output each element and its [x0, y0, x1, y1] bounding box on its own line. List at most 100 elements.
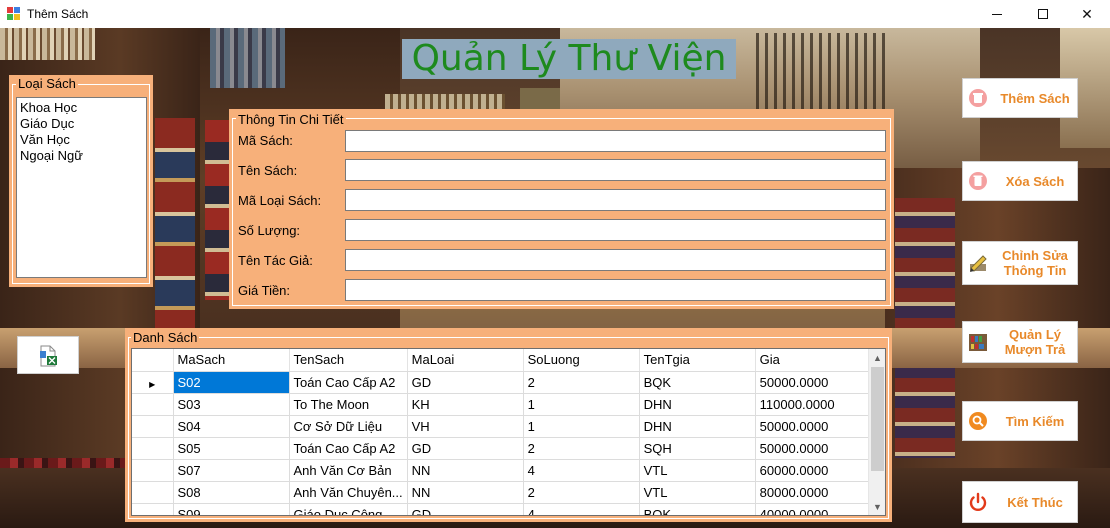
table-cell[interactable]: BQK: [639, 503, 756, 515]
details-legend: Thông Tin Chi Tiết: [236, 112, 346, 127]
quantity-label: Số Lượng:: [238, 223, 301, 238]
current-row-arrow-icon: ▶: [149, 379, 156, 389]
table-cell[interactable]: 1: [523, 415, 640, 438]
table-cell[interactable]: Giáo Dục Công...: [289, 503, 408, 515]
borrow-return-button[interactable]: Quản Lý Mượn Trả: [962, 321, 1078, 363]
column-header[interactable]: MaLoai: [407, 349, 524, 372]
table-row[interactable]: S05 Toán Cao Cấp A2 GD 2 SQH 50000.0000: [132, 437, 872, 460]
exit-button[interactable]: Kết Thúc: [962, 481, 1078, 523]
table-cell[interactable]: Toán Cao Cấp A2: [289, 437, 408, 460]
category-item[interactable]: Ngoại Ngữ: [20, 148, 143, 164]
table-cell[interactable]: DHN: [639, 415, 756, 438]
scroll-up-arrow-icon[interactable]: ▲: [869, 349, 885, 366]
table-cell[interactable]: NN: [407, 459, 524, 482]
book-id-input[interactable]: [345, 130, 886, 152]
table-row[interactable]: S09 Giáo Dục Công... GD 4 BQK 40000.0000: [132, 503, 872, 515]
scroll-down-arrow-icon[interactable]: ▼: [869, 498, 885, 515]
table-cell[interactable]: 110000.0000: [755, 393, 872, 416]
close-button[interactable]: ✕: [1064, 0, 1110, 28]
search-button[interactable]: Tìm Kiếm: [962, 401, 1078, 441]
category-id-input[interactable]: [345, 189, 886, 211]
table-cell[interactable]: S07: [173, 459, 290, 482]
export-excel-button[interactable]: [17, 336, 79, 374]
table-row[interactable]: ▶ S02 Toán Cao Cấp A2 GD 2 BQK 50000.000…: [132, 371, 872, 394]
add-book-button[interactable]: Thêm Sách: [962, 78, 1078, 118]
table-cell[interactable]: 80000.0000: [755, 481, 872, 504]
maximize-button[interactable]: [1020, 0, 1066, 28]
column-header[interactable]: TenTgia: [639, 349, 756, 372]
table-cell[interactable]: Anh Văn Chuyên...: [289, 481, 408, 504]
row-header[interactable]: [132, 437, 174, 460]
table-cell[interactable]: 2: [523, 437, 640, 460]
row-header[interactable]: ▶: [132, 371, 174, 394]
column-header[interactable]: MaSach: [173, 349, 290, 372]
table-cell[interactable]: 4: [523, 503, 640, 515]
delete-book-button[interactable]: Xóa Sách: [962, 161, 1078, 201]
table-row[interactable]: S08 Anh Văn Chuyên... NN 2 VTL 80000.000…: [132, 481, 872, 504]
table-row[interactable]: S07 Anh Văn Cơ Bản NN 4 VTL 60000.0000: [132, 459, 872, 482]
table-cell[interactable]: S02: [173, 371, 290, 394]
table-cell[interactable]: Toán Cao Cấp A2: [289, 371, 408, 394]
table-cell[interactable]: SQH: [639, 437, 756, 460]
table-cell[interactable]: 4: [523, 459, 640, 482]
edit-info-label: Chỉnh Sửa Thông Tin: [993, 248, 1077, 278]
table-cell[interactable]: To The Moon: [289, 393, 408, 416]
table-cell[interactable]: 50000.0000: [755, 371, 872, 394]
column-header[interactable]: SoLuong: [523, 349, 640, 372]
author-input[interactable]: [345, 249, 886, 271]
category-item[interactable]: Giáo Dục: [20, 116, 143, 132]
table-cell[interactable]: NN: [407, 481, 524, 504]
table-cell[interactable]: S04: [173, 415, 290, 438]
row-header[interactable]: [132, 393, 174, 416]
table-cell[interactable]: S05: [173, 437, 290, 460]
row-header[interactable]: [132, 481, 174, 504]
categories-listbox[interactable]: Khoa Học Giáo Dục Văn Học Ngoại Ngữ: [16, 97, 147, 278]
table-cell[interactable]: S03: [173, 393, 290, 416]
edit-info-button[interactable]: Chỉnh Sửa Thông Tin: [962, 241, 1078, 285]
table-cell[interactable]: VTL: [639, 459, 756, 482]
book-title-input[interactable]: [345, 159, 886, 181]
table-cell[interactable]: 50000.0000: [755, 437, 872, 460]
row-header[interactable]: [132, 415, 174, 438]
table-row[interactable]: S03 To The Moon KH 1 DHN 110000.0000: [132, 393, 872, 416]
table-cell[interactable]: GD: [407, 437, 524, 460]
column-header[interactable]: TenSach: [289, 349, 408, 372]
table-cell[interactable]: 40000.0000: [755, 503, 872, 515]
table-cell[interactable]: BQK: [639, 371, 756, 394]
category-item[interactable]: Khoa Học: [20, 100, 143, 116]
table-cell[interactable]: 50000.0000: [755, 415, 872, 438]
edit-info-line1: Chỉnh Sửa: [1002, 248, 1068, 263]
quantity-input[interactable]: [345, 219, 886, 241]
table-cell[interactable]: DHN: [639, 393, 756, 416]
row-header[interactable]: [132, 459, 174, 482]
table-cell[interactable]: GD: [407, 371, 524, 394]
table-cell[interactable]: Cơ Sở Dữ Liệu: [289, 415, 408, 438]
row-header[interactable]: [132, 503, 174, 515]
window-title: Thêm Sách: [27, 7, 89, 21]
table-cell[interactable]: S09: [173, 503, 290, 515]
category-id-label: Mã Loại Sách:: [238, 193, 322, 208]
table-cell[interactable]: 2: [523, 371, 640, 394]
categories-legend: Loại Sách: [16, 76, 78, 91]
table-cell[interactable]: Anh Văn Cơ Bản: [289, 459, 408, 482]
exit-label: Kết Thúc: [1007, 494, 1063, 510]
table-cell[interactable]: VH: [407, 415, 524, 438]
table-cell[interactable]: 1: [523, 393, 640, 416]
category-item[interactable]: Văn Học: [20, 132, 143, 148]
grid-vertical-scrollbar[interactable]: ▲ ▼: [868, 349, 885, 515]
table-cell[interactable]: S08: [173, 481, 290, 504]
minimize-button[interactable]: [974, 0, 1020, 28]
table-cell[interactable]: 2: [523, 481, 640, 504]
column-header[interactable]: Gia: [755, 349, 872, 372]
price-input[interactable]: [345, 279, 886, 301]
table-row[interactable]: S04 Cơ Sở Dữ Liệu VH 1 DHN 50000.0000: [132, 415, 872, 438]
table-cell[interactable]: GD: [407, 503, 524, 515]
table-cell[interactable]: 60000.0000: [755, 459, 872, 482]
table-cell[interactable]: VTL: [639, 481, 756, 504]
table-cell[interactable]: KH: [407, 393, 524, 416]
book-list-legend: Danh Sách: [131, 330, 200, 345]
books-datagrid[interactable]: MaSach TenSach MaLoai SoLuong TenTgia Gi…: [131, 348, 886, 516]
scroll-thumb[interactable]: [871, 367, 884, 471]
book-title-label: Tên Sách:: [238, 163, 298, 178]
add-book-label: Thêm Sách: [1000, 90, 1070, 106]
